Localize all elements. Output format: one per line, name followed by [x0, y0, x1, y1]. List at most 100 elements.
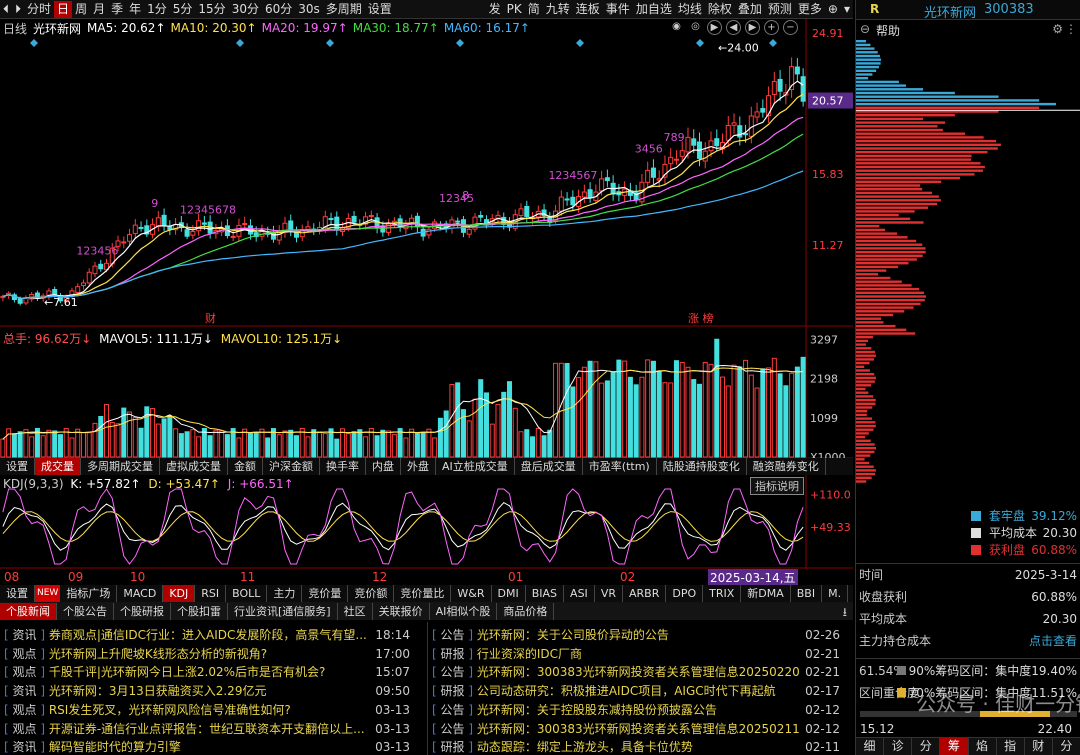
nav-left-icon[interactable]: ⏴ — [0, 1, 12, 18]
news-item[interactable]: [ 资讯 ] 光环新网：3月13日获融资买入2.29亿元 09:50 — [4, 682, 410, 701]
indicator-tab-6[interactable]: BOLL — [226, 585, 268, 602]
period-button-8[interactable]: 15分 — [195, 1, 228, 18]
indicator-tab-15[interactable]: VR — [595, 585, 623, 602]
volume-tab-6[interactable]: 换手率 — [320, 458, 366, 475]
tool-button-11[interactable]: 更多 — [795, 1, 825, 18]
indicator-tab-18[interactable]: TRIX — [703, 585, 742, 602]
nav-right-icon[interactable]: ⏵ — [12, 1, 24, 18]
volume-tab-11[interactable]: 市盈率(ttm) — [583, 458, 657, 475]
chip-tab-7[interactable]: 分 — [1053, 738, 1080, 755]
news-tab-8[interactable]: 商品价格 — [497, 602, 555, 620]
chip-tab-3[interactable]: 筹 — [940, 738, 969, 755]
volume-tab-3[interactable]: 虚拟成交量 — [160, 458, 228, 475]
period-button-12[interactable]: 多周期 — [323, 1, 365, 18]
volume-tab-9[interactable]: AI立桩成交量 — [436, 458, 515, 475]
news-item[interactable]: [ 观点 ] 光环新网上升爬坡K线形态分析的新视角? 17:00 — [4, 645, 410, 664]
news-tab-4[interactable]: 行业资讯[通信服务] — [228, 602, 338, 620]
chip-tab-1[interactable]: 诊 — [884, 738, 913, 755]
news-item[interactable]: [ 公告 ] 光环新网：关于控股股东减持股份预披露公告 02-12 — [432, 701, 840, 720]
indicator-tab-8[interactable]: 竞价量 — [302, 585, 349, 602]
news-item[interactable]: [ 观点 ] 千股千评|光环新网今日上涨2.02%后市是否有机会? 15:07 — [4, 663, 410, 682]
indicator-tab-9[interactable]: 竞价额 — [348, 585, 395, 602]
volume-tab-0[interactable]: 设置 — [0, 458, 35, 475]
period-button-13[interactable]: 设置 — [365, 1, 395, 18]
chip-tab-4[interactable]: 焰 — [969, 738, 997, 755]
kline-chart[interactable]: 24.9120.5715.8311.27←24.00←7.61财涨 榜12345… — [0, 19, 853, 584]
indicator-tab-17[interactable]: DPO — [666, 585, 704, 602]
period-button-0[interactable]: 分时 — [24, 1, 54, 18]
period-button-9[interactable]: 30分 — [229, 1, 262, 18]
tool-button-2[interactable]: 简 — [525, 1, 543, 18]
indicator-tab-19[interactable]: 新DMA — [741, 585, 791, 602]
help-icon[interactable]: ⊖ — [860, 22, 870, 36]
indicator-tab-16[interactable]: ARBR — [623, 585, 667, 602]
settings-icon[interactable]: ⚙ — [1052, 22, 1063, 36]
eye-icon[interactable]: ◉ — [669, 20, 684, 35]
tool-button-10[interactable]: 预测 — [765, 1, 795, 18]
indicator-tab-3[interactable]: MACD — [117, 585, 164, 602]
volume-tab-8[interactable]: 外盘 — [401, 458, 436, 475]
down-icon[interactable]: ▾ — [841, 1, 853, 18]
period-button-6[interactable]: 1分 — [144, 1, 170, 18]
volume-tab-13[interactable]: 融资融券变化 — [747, 458, 826, 475]
news-tab-3[interactable]: 个股扣雷 — [171, 602, 228, 620]
chip-tab-2[interactable]: 分 — [912, 738, 941, 755]
chip-tab-0[interactable]: 细 — [856, 738, 885, 755]
tool-button-9[interactable]: 叠加 — [735, 1, 765, 18]
indicator-tab-0[interactable]: 设置 — [0, 585, 35, 602]
tool-button-1[interactable]: PK — [504, 1, 525, 18]
indicator-tab-21[interactable]: M. — [822, 585, 849, 602]
indicator-tab-5[interactable]: RSI — [195, 585, 227, 602]
volume-tab-12[interactable]: 陆股通持股变化 — [657, 458, 747, 475]
period-button-4[interactable]: 季 — [108, 1, 126, 18]
indicator-help-button[interactable]: 指标说明 — [750, 477, 804, 495]
prev-icon[interactable]: ◀ — [726, 20, 741, 35]
news-tab-1[interactable]: 个股公告 — [57, 602, 114, 620]
news-item[interactable]: [ 观点 ] RSI发生死叉，光环新网风险信号准确性如何? 03-13 — [4, 701, 410, 720]
volume-tab-5[interactable]: 沪深金额 — [263, 458, 320, 475]
volume-tab-4[interactable]: 金额 — [228, 458, 263, 475]
news-item[interactable]: [ 资讯 ] 解码智能时代的算力引擎 03-13 — [4, 738, 410, 755]
next-icon[interactable]: ▶ — [745, 20, 760, 35]
help-label[interactable]: 帮助 — [876, 22, 900, 39]
news-tab-0[interactable]: 个股新闻 — [0, 602, 57, 620]
eye-off-icon[interactable]: ◎ — [688, 20, 703, 35]
play-icon[interactable]: ▶ — [707, 20, 722, 35]
tool-button-4[interactable]: 连板 — [573, 1, 603, 18]
tool-button-8[interactable]: 除权 — [705, 1, 735, 18]
news-item[interactable]: [ 公告 ] 光环新网：300383光环新网投资者关系管理信息20250211 0… — [432, 720, 840, 739]
add-icon[interactable]: ⊕ — [825, 1, 841, 18]
zoom-in-icon[interactable]: + — [764, 20, 779, 35]
indicator-tab-12[interactable]: DMI — [492, 585, 526, 602]
indicator-tab-7[interactable]: 主力 — [267, 585, 303, 602]
chip-tab-5[interactable]: 指 — [997, 738, 1025, 755]
news-item[interactable]: [ 公告 ] 光环新网：关于公司股价异动的公告 02-26 — [432, 626, 840, 645]
news-item[interactable]: [ 研报 ] 动态跟踪：绑定上游龙头，具备卡位优势 02-11 — [432, 738, 840, 755]
volume-tab-7[interactable]: 内盘 — [366, 458, 401, 475]
news-tab-7[interactable]: AI相似个股 — [430, 602, 498, 620]
tool-button-5[interactable]: 事件 — [603, 1, 633, 18]
indicator-tab-10[interactable]: 竞价量比 — [394, 585, 452, 602]
tool-button-3[interactable]: 九转 — [543, 1, 573, 18]
download-icon[interactable]: ⭳ — [843, 603, 847, 624]
news-tab-2[interactable]: 个股研报 — [114, 602, 171, 620]
more-icon[interactable]: ⋮ — [1065, 22, 1077, 36]
news-item[interactable]: [ 资讯 ] 券商观点|通信IDC行业：进入AIDC发展阶段，高景气有望... 1… — [4, 626, 410, 645]
period-button-2[interactable]: 周 — [72, 1, 90, 18]
period-button-7[interactable]: 5分 — [170, 1, 196, 18]
period-button-5[interactable]: 年 — [126, 1, 144, 18]
news-item[interactable]: [ 研报 ] 行业资深的IDC厂商 02-21 — [432, 645, 840, 664]
period-button-1[interactable]: 日 — [54, 0, 73, 18]
news-item[interactable]: [ 研报 ] 公司动态研究：积极推进AIDC项目，AIGC时代下再起航 02-17 — [432, 682, 840, 701]
volume-tab-2[interactable]: 多周期成交量 — [81, 458, 160, 475]
indicator-tab-13[interactable]: BIAS — [526, 585, 565, 602]
news-item[interactable]: [ 公告 ] 光环新网：300383光环新网投资者关系管理信息20250220 0… — [432, 663, 840, 682]
volume-tab-1[interactable]: 成交量 — [35, 458, 81, 475]
news-tab-6[interactable]: 关联报价 — [373, 602, 430, 620]
stat-value[interactable]: 点击查看 — [1029, 632, 1077, 650]
indicator-tab-20[interactable]: BBI — [791, 585, 823, 602]
chip-tab-6[interactable]: 财 — [1025, 738, 1053, 755]
volume-tab-10[interactable]: 盘后成交量 — [515, 458, 583, 475]
tool-button-6[interactable]: 加自选 — [633, 1, 675, 18]
zoom-out-icon[interactable]: − — [783, 20, 798, 35]
